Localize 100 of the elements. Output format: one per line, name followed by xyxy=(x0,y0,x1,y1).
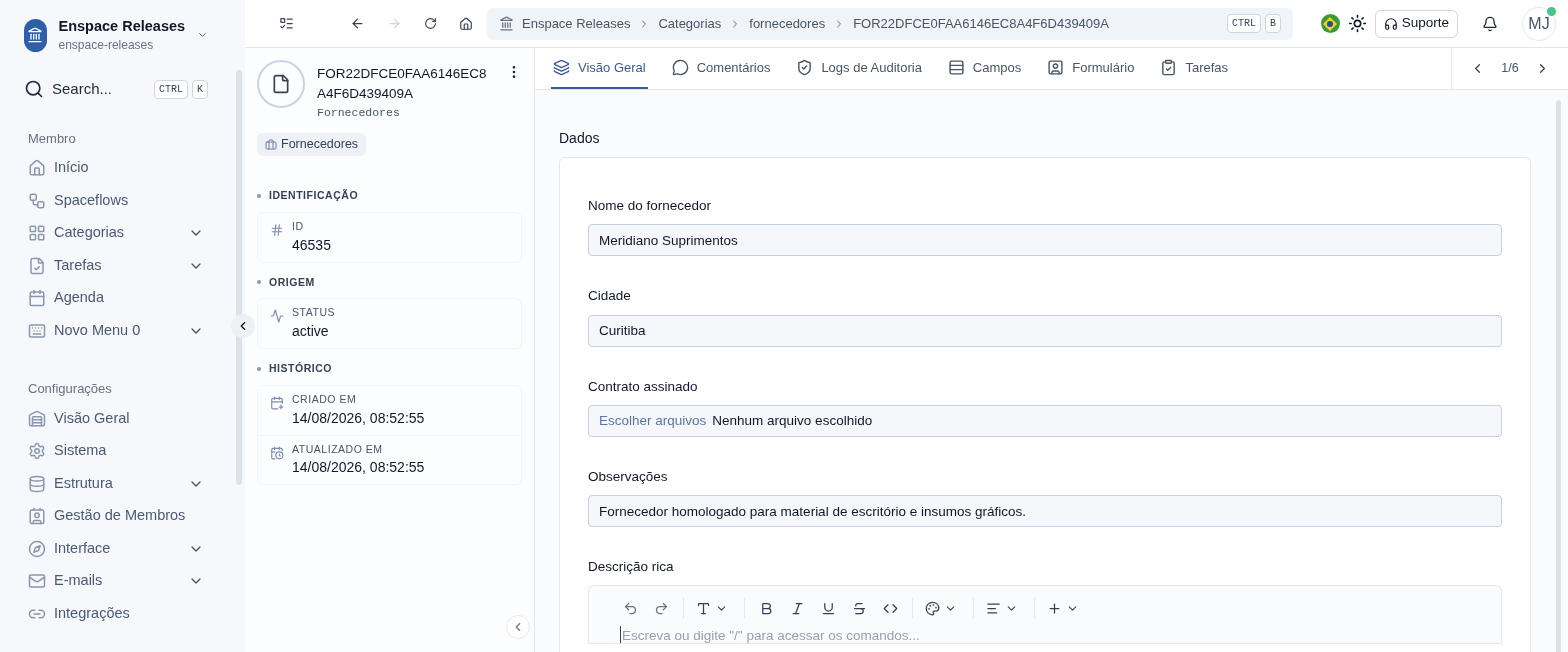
headset-icon xyxy=(1383,16,1398,31)
key-hint: K xyxy=(192,79,208,99)
bank-icon xyxy=(499,16,514,31)
italic-icon[interactable] xyxy=(790,600,805,616)
redo-icon[interactable] xyxy=(654,600,669,616)
tab[interactable]: Formulário xyxy=(1045,48,1137,89)
field-value: active xyxy=(292,322,330,341)
theme-icon[interactable] xyxy=(1347,14,1367,33)
underline-icon[interactable] xyxy=(821,600,836,616)
calendar-plus-icon xyxy=(270,395,284,410)
sidebar-label: Interface xyxy=(54,538,112,558)
text-field[interactable]: Fornecedor homologado para material de escritório e insumos gráficos. xyxy=(588,495,1502,527)
home-icon xyxy=(28,159,46,178)
home-icon[interactable] xyxy=(459,16,473,31)
sidebar-item[interactable]: Interface xyxy=(0,532,232,565)
briefcase-icon xyxy=(265,138,277,151)
clipboard-icon xyxy=(1160,59,1178,76)
sidebar-item[interactable]: Integrações xyxy=(0,597,232,630)
reload-icon[interactable] xyxy=(424,17,437,30)
tab[interactable]: Campos xyxy=(945,48,1024,89)
brazil-flag-icon[interactable] xyxy=(1320,14,1340,33)
sidebar-label: Agenda xyxy=(54,288,105,308)
search-icon xyxy=(24,79,44,100)
section-heading: Configurações xyxy=(27,380,113,398)
strikethrough-icon[interactable] xyxy=(852,600,867,616)
section-title: Dados xyxy=(559,129,601,148)
breadcrumb-link[interactable]: Enspace Releases xyxy=(522,13,631,34)
bank-icon xyxy=(27,27,44,43)
list-toggle-icon[interactable] xyxy=(279,16,294,31)
field-value: 14/08/2026, 08:52:55 xyxy=(292,408,425,428)
text-field[interactable]: Curitiba xyxy=(588,314,1502,347)
field-label: ATUALIZADO EM xyxy=(292,441,384,457)
sidebar-item[interactable]: Spaceflows xyxy=(0,184,232,217)
field-label: Observações xyxy=(588,467,669,486)
comment-icon xyxy=(671,59,689,76)
database-icon xyxy=(28,474,46,493)
search-field[interactable]: Search... CTRL K xyxy=(24,74,208,105)
back-icon[interactable] xyxy=(350,16,365,31)
field-label: Contrato assinado xyxy=(588,377,699,396)
sidebar-item[interactable]: Gestão de Membros xyxy=(0,500,232,533)
file-icon xyxy=(271,74,291,94)
file-status: Nenhum arquivo escolhido xyxy=(712,411,873,430)
sidebar-item[interactable]: Tarefas xyxy=(0,249,232,282)
sidebar-label: Estrutura xyxy=(54,473,114,493)
sidebar-item[interactable]: Visão Geral xyxy=(0,402,232,435)
workspace-name: Enspace Releases xyxy=(58,17,186,36)
breadcrumb-link[interactable]: Categorias xyxy=(658,13,722,34)
palette-icon[interactable] xyxy=(925,600,940,616)
keyboard-icon xyxy=(28,321,46,340)
sidebar-label: Integrações xyxy=(54,603,131,623)
tab[interactable]: Comentários xyxy=(669,48,773,89)
sidebar-label: Início xyxy=(54,158,90,178)
collapse-button[interactable] xyxy=(231,314,255,338)
notification-icon[interactable] xyxy=(1482,15,1498,32)
sidebar-item[interactable]: Estrutura xyxy=(0,467,232,500)
layers-icon xyxy=(553,59,570,76)
form-icon xyxy=(1047,59,1065,76)
align-icon[interactable] xyxy=(986,600,1001,616)
sidebar-item[interactable]: Sistema xyxy=(0,435,232,468)
sidebar-label: Gestão de Membros xyxy=(54,506,187,526)
category-tag[interactable]: Fornecedores xyxy=(257,133,367,156)
sidebar-item[interactable]: E-mails xyxy=(0,565,232,598)
text-style-icon[interactable] xyxy=(696,600,711,616)
sidebar-label: Categorias xyxy=(54,223,126,243)
file-check-icon xyxy=(28,256,46,275)
undo-icon[interactable] xyxy=(623,600,638,616)
building-icon xyxy=(28,409,46,428)
tab[interactable]: Tarefas xyxy=(1158,48,1231,89)
sidebar-item[interactable]: Novo Menu 0 xyxy=(0,314,232,347)
group-heading: ORIGEM xyxy=(269,274,315,290)
bold-icon[interactable] xyxy=(759,600,774,616)
field-label: CRIADO EM xyxy=(292,391,358,407)
choose-files-button[interactable]: Escolher arquivos xyxy=(599,410,707,431)
workspace-slug: enspace-releases xyxy=(58,37,155,54)
workflow-icon xyxy=(28,191,46,210)
file-field[interactable]: Escolher arquivos Nenhum arquivo escolhido xyxy=(588,404,1502,437)
sidebar-item[interactable]: Início xyxy=(0,152,232,185)
breadcrumb-link[interactable]: FOR22DFCE0FAA6146EC8A4F6D439409A xyxy=(853,13,1109,34)
record-subtitle: Fornecedores xyxy=(317,105,401,121)
scrollbar[interactable] xyxy=(1556,100,1561,652)
key-hint: B xyxy=(1265,14,1281,33)
sidebar-item[interactable]: Agenda xyxy=(0,282,232,315)
workspace-logo[interactable] xyxy=(24,18,47,52)
calendar-clock-icon xyxy=(270,445,284,460)
scrollbar[interactable] xyxy=(235,70,242,485)
key-hint: CTRL xyxy=(153,79,188,99)
sidebar-label: Novo Menu 0 xyxy=(54,320,142,340)
shield-icon xyxy=(796,59,814,76)
text-field[interactable]: Meridiano Suprimentos xyxy=(588,224,1502,257)
breadcrumb-link[interactable]: fornecedores xyxy=(749,13,826,34)
plus-icon[interactable] xyxy=(1047,600,1062,616)
contact-card-icon xyxy=(28,507,46,526)
sidebar-item[interactable]: Categorias xyxy=(0,217,232,250)
record-title: FOR22DFCE0FAA6146EC8A4F6D439409A xyxy=(317,65,488,103)
support-button[interactable]: Suporte xyxy=(1374,9,1458,38)
group-heading: IDENTIFICAÇÃO xyxy=(269,188,359,203)
grid-icon xyxy=(28,224,46,243)
tab[interactable]: Logs de Auditoria xyxy=(794,48,924,89)
activity-icon xyxy=(270,309,284,324)
field-value: 46535 xyxy=(292,235,331,255)
